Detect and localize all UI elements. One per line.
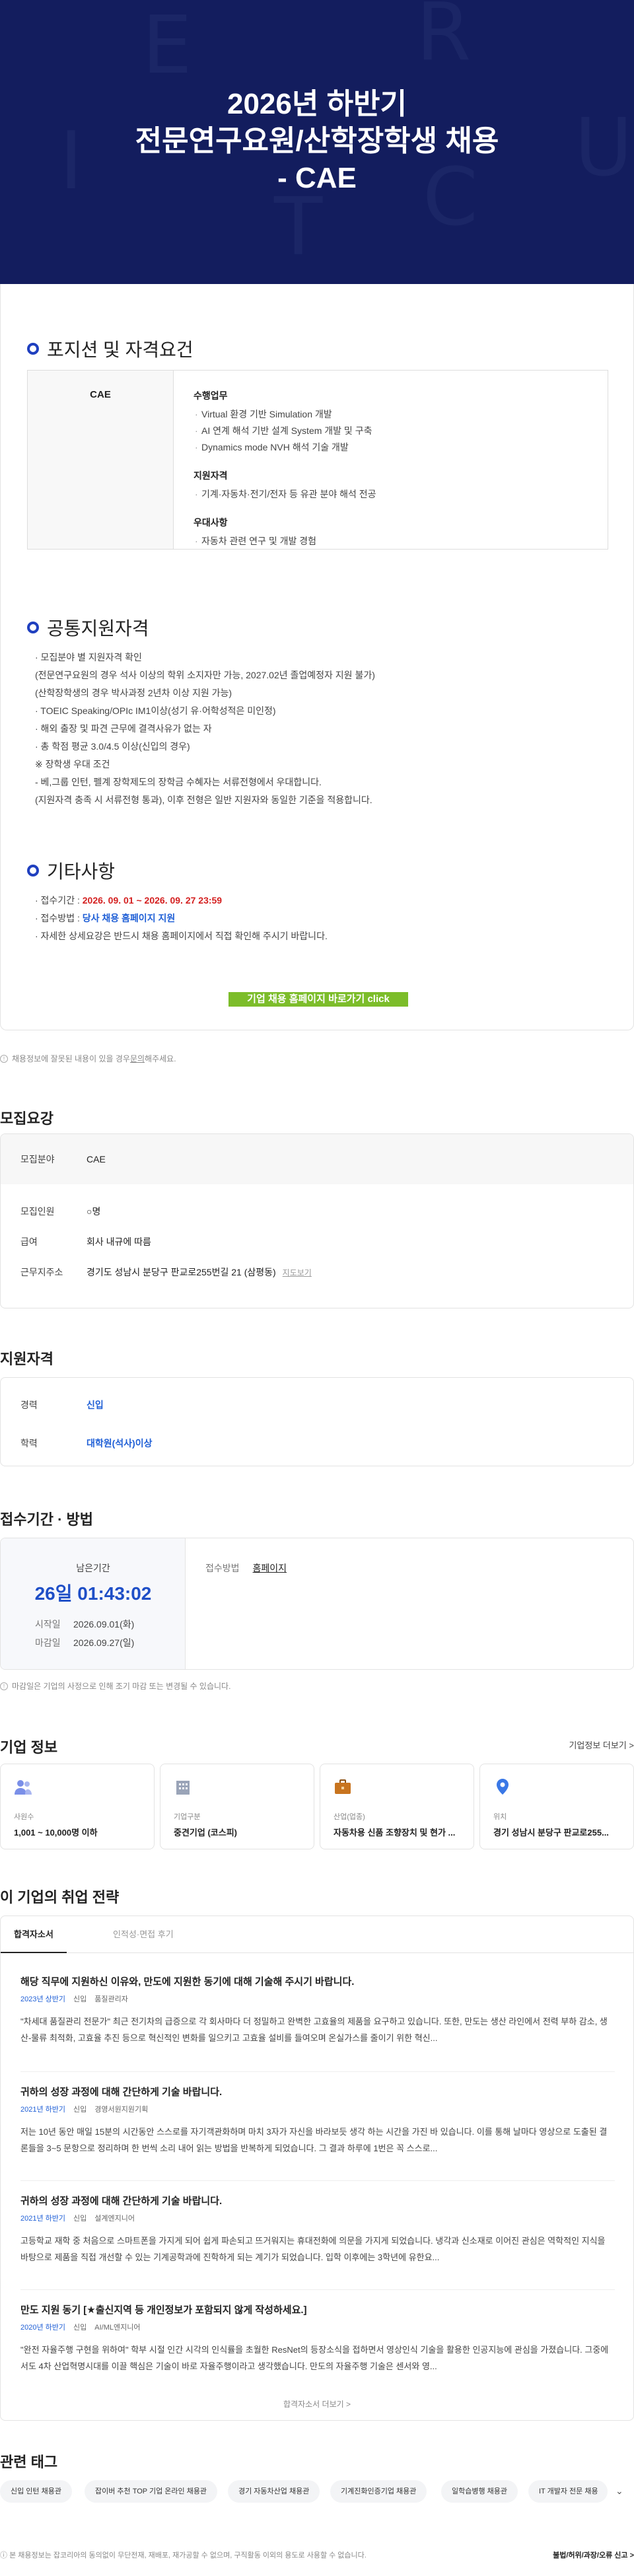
posting-detail-card: 포지션 및 자격요건 CAE 수행업무 Virtual 환경 기반 Simula…: [0, 284, 634, 1030]
info-icon: !: [0, 1054, 8, 1063]
tags-heading: 관련 태그: [0, 2454, 58, 2470]
duty-item: Virtual 환경 기반 Simulation 개발: [194, 406, 588, 423]
tab-interview-reviews[interactable]: 인적성·면접 후기: [100, 1916, 187, 1953]
divider: [20, 2071, 615, 2072]
footer: ⓘ 본 채용정보는 잡코리아의 동의없이 무단전재, 재배포, 재가공할 수 없…: [0, 2550, 634, 2560]
tag-chip[interactable]: IT 개발자 전문 채용: [528, 2480, 608, 2503]
summary-box: 모집분야 CAE 모집인원 ○명 급여 회사 내규에 따름 근무지주소 경기도 성남시 …: [0, 1133, 634, 1308]
hero-banner: E R I U T C 2026년 하반기 전문연구요원/산학장학생 채용 - …: [0, 0, 634, 284]
tab-cover-letters[interactable]: 합격자소서: [1, 1916, 67, 1953]
end-date: 마감일 2026.09.27(일): [35, 1637, 135, 1648]
apply-heading: 접수기간 · 방법: [0, 1511, 93, 1528]
common-line: · 총 학점 평균 3.0/4.5 이상(신입의 경우): [35, 741, 190, 752]
common-line: ※ 장학생 우대 조건: [35, 759, 110, 769]
position-field: CAE: [28, 371, 173, 549]
report-note: ! 채용정보에 잘못된 내용이 있을 경우 문의 해주세요.: [0, 1053, 176, 1064]
common-line: · 모집분야 별 지원자격 확인: [35, 652, 142, 662]
common-line: (전문연구요원의 경우 석사 이상의 학위 소지자만 가능, 2027.02년 …: [35, 670, 375, 680]
cover-letters-more-link[interactable]: 합격자소서 더보기 >: [1, 2398, 633, 2410]
company-heading: 기업 정보: [0, 1739, 58, 1756]
qualification-row: 경력 신입: [20, 1400, 104, 1410]
tag-chip[interactable]: 신입 인턴 채용관: [0, 2480, 72, 2503]
strategy-tabs: 합격자소서 인적성·면접 후기: [1, 1916, 633, 1953]
divider: [20, 2180, 615, 2181]
company-location: 위치 경기 성남시 분당구 판교로255...: [479, 1764, 634, 1849]
people-icon: [15, 1780, 32, 1795]
company-employees: 사원수 1,001 ~ 10,000명 이하: [0, 1764, 155, 1849]
cover-letter-item[interactable]: 만도 지원 동기 [★출신지역 등 개인정보가 포함되지 않게 작성하세요.] …: [20, 2303, 615, 2375]
bullet-circle-icon: [27, 343, 39, 355]
method-value: 당사 채용 홈페이지 지원: [82, 913, 176, 923]
preference-item: 자동차 관련 연구 및 개발 경험: [194, 533, 588, 550]
divider: [20, 2289, 615, 2290]
bullet-circle-icon: [27, 622, 39, 633]
common-line: (산학장학생의 경우 박사과정 2년차 이상 지원 가능): [35, 688, 232, 698]
requirements-title: 지원자격: [194, 470, 228, 481]
positions-heading: 포지션 및 자격요건: [27, 336, 194, 362]
tag-chip[interactable]: 일학습병행 채용관: [441, 2480, 518, 2503]
chevron-down-icon[interactable]: ⌄: [616, 2486, 623, 2497]
tag-chip[interactable]: 잡이버 추천 TOP 기업 온라인 채용관: [85, 2480, 218, 2503]
qualification-heading: 지원자격: [0, 1351, 53, 1367]
briefcase-icon: [335, 1779, 351, 1794]
hero-title: 2026년 하반기 전문연구요원/산학장학생 채용 - CAE: [135, 88, 499, 194]
map-link[interactable]: 지도보기: [283, 1267, 312, 1278]
footer-notice: ⓘ 본 채용정보는 잡코리아의 동의없이 무단전재, 재배포, 재가공할 수 없…: [0, 2552, 367, 2559]
strategy-box: 합격자소서 인적성·면접 후기 해당 직무에 지원하신 이유와, 만도에 지원한…: [0, 1915, 634, 2421]
method-line: · 접수방법 : 당사 채용 홈페이지 지원: [35, 913, 176, 923]
common-line: · TOEIC Speaking/OPIc IM1이상(성기 유·어학성적은 미…: [35, 705, 276, 716]
building-icon: [176, 1781, 190, 1795]
requirement-item: 기계·자동차·전기/전자 등 유관 분야 해석 전공: [194, 486, 588, 503]
common-heading: 공통지원자격: [27, 614, 149, 641]
report-button[interactable]: 불법/허위/과장/오류 신고 >: [553, 2550, 634, 2560]
tag-chip[interactable]: 기계진화인증기업 채용관: [330, 2480, 427, 2503]
positions-table: CAE 수행업무 Virtual 환경 기반 Simulation 개발 AI …: [27, 370, 608, 550]
cover-letter-item[interactable]: 귀하의 성장 과정에 대해 간단하게 기술 바랍니다. 2021년 하반기 신입 경…: [20, 2085, 615, 2157]
location-pin-icon: [497, 1779, 509, 1795]
etc-heading: 기타사항: [27, 857, 115, 884]
summary-heading: 모집요강: [0, 1110, 53, 1127]
remaining-time-panel: 남은기간 26일 01:43:02 시작일 2026.09.01(화) 마감일 20…: [1, 1538, 186, 1669]
company-industry: 산업(업종) 자동차용 신품 조향장치 및 현가 ...: [320, 1764, 474, 1849]
duty-item: AI 연계 해석 기반 설계 System 개발 및 구축: [194, 423, 588, 439]
summary-row: 모집분야 CAE: [1, 1134, 633, 1184]
hero-bg-letter: T: [274, 182, 323, 273]
hero-bg-letter: R: [416, 0, 472, 79]
tag-chip[interactable]: 경기 자동차산업 채용관: [228, 2480, 320, 2503]
start-date: 시작일 2026.09.01(화): [35, 1619, 135, 1629]
job-posting-page: E R I U T C 2026년 하반기 전문연구요원/산학장학생 채용 - …: [0, 0, 634, 2576]
common-line: (지원자격 충족 시 서류전형 통과), 이후 전형은 일반 지원자와 동일한 …: [35, 795, 372, 805]
report-link[interactable]: 문의: [130, 1053, 145, 1064]
duties-title: 수행업무: [194, 390, 228, 401]
summary-row: 근무지주소 경기도 성남시 분당구 판교로255번길 21 (삼평동) 지도보기: [20, 1267, 312, 1278]
info-icon: !: [0, 1682, 8, 1690]
company-type: 기업구분 중견기업 (코스피): [160, 1764, 314, 1849]
cover-letter-item[interactable]: 귀하의 성장 과정에 대해 간단하게 기술 바랍니다. 2021년 하반기 신입 설…: [20, 2194, 615, 2266]
period-value: 2026. 09. 01 ~ 2026. 09. 27 23:59: [82, 895, 223, 906]
preferences-title: 우대사항: [194, 517, 228, 528]
qualification-row: 학력 대학원(석사)이상: [20, 1438, 153, 1449]
duty-item: Dynamics mode NVH 해석 기술 개발: [194, 439, 588, 456]
apply-box: 남은기간 26일 01:43:02 시작일 2026.09.01(화) 마감일 20…: [0, 1538, 634, 1670]
homepage-link[interactable]: 홈페이지: [253, 1563, 287, 1573]
apply-method: 접수방법 홈페이지: [205, 1563, 287, 1573]
company-more-link[interactable]: 기업정보 더보기 >: [569, 1738, 634, 1751]
period-line: · 접수기간 : 2026. 09. 01 ~ 2026. 09. 27 23:…: [35, 895, 223, 906]
etc-details: · 접수기간 : 2026. 09. 01 ~ 2026. 09. 27 23:…: [35, 892, 328, 945]
detail-line: · 자세한 상세요강은 반드시 채용 홈페이지에서 직접 확인해 주시기 바랍니…: [35, 931, 328, 941]
bullet-circle-icon: [27, 865, 39, 877]
deadline-note: ! 마감일은 기업의 사정으로 인해 조기 마감 또는 변경될 수 있습니다.: [0, 1680, 230, 1692]
hero-bg-letter: E: [142, 0, 192, 92]
common-line: · 해외 출장 및 파견 근무에 결격사유가 없는 자: [35, 723, 212, 734]
common-line: - 베,그룹 인턴, 펠계 장학제도의 장학금 수혜자는 서류전형에서 우대합니…: [35, 777, 322, 787]
countdown: 26일 01:43:02: [34, 1583, 152, 1604]
qualification-box: 경력 신입 학력 대학원(석사)이상: [0, 1377, 634, 1466]
cover-letter-item[interactable]: 해당 직무에 지원하신 이유와, 만도에 지원한 동기에 대해 기술해 주시기 …: [20, 1974, 615, 2046]
common-requirements: · 모집분야 별 지원자격 확인 (전문연구요원의 경우 석사 이상의 학위 소…: [35, 649, 375, 809]
company-homepage-button[interactable]: 기업 채용 홈페이지 바로가기 click: [229, 992, 408, 1007]
strategy-heading: 이 기업의 취업 전략: [0, 1889, 120, 1906]
